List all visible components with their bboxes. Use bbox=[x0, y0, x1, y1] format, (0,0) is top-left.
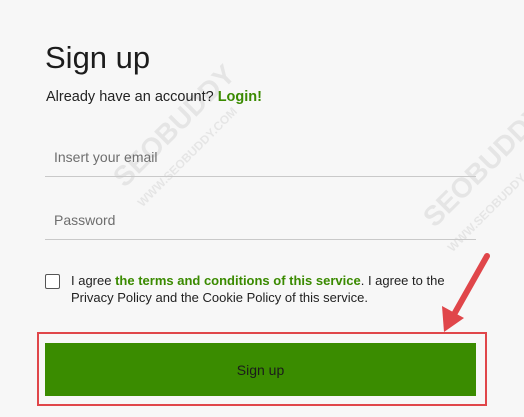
page-title: Sign up bbox=[45, 40, 151, 75]
email-field[interactable] bbox=[45, 137, 476, 177]
login-prompt: Already have an account? Login! bbox=[46, 88, 262, 106]
login-link[interactable]: Login! bbox=[218, 89, 262, 105]
sign-up-button[interactable]: Sign up bbox=[45, 343, 476, 396]
terms-label: I agree the terms and conditions of this… bbox=[71, 272, 471, 306]
terms-link[interactable]: the terms and conditions of this service bbox=[115, 273, 361, 288]
password-field[interactable] bbox=[45, 200, 476, 240]
already-have-account-text: Already have an account? bbox=[46, 89, 218, 105]
terms-checkbox[interactable] bbox=[45, 274, 60, 289]
terms-prefix: I agree bbox=[71, 273, 116, 288]
